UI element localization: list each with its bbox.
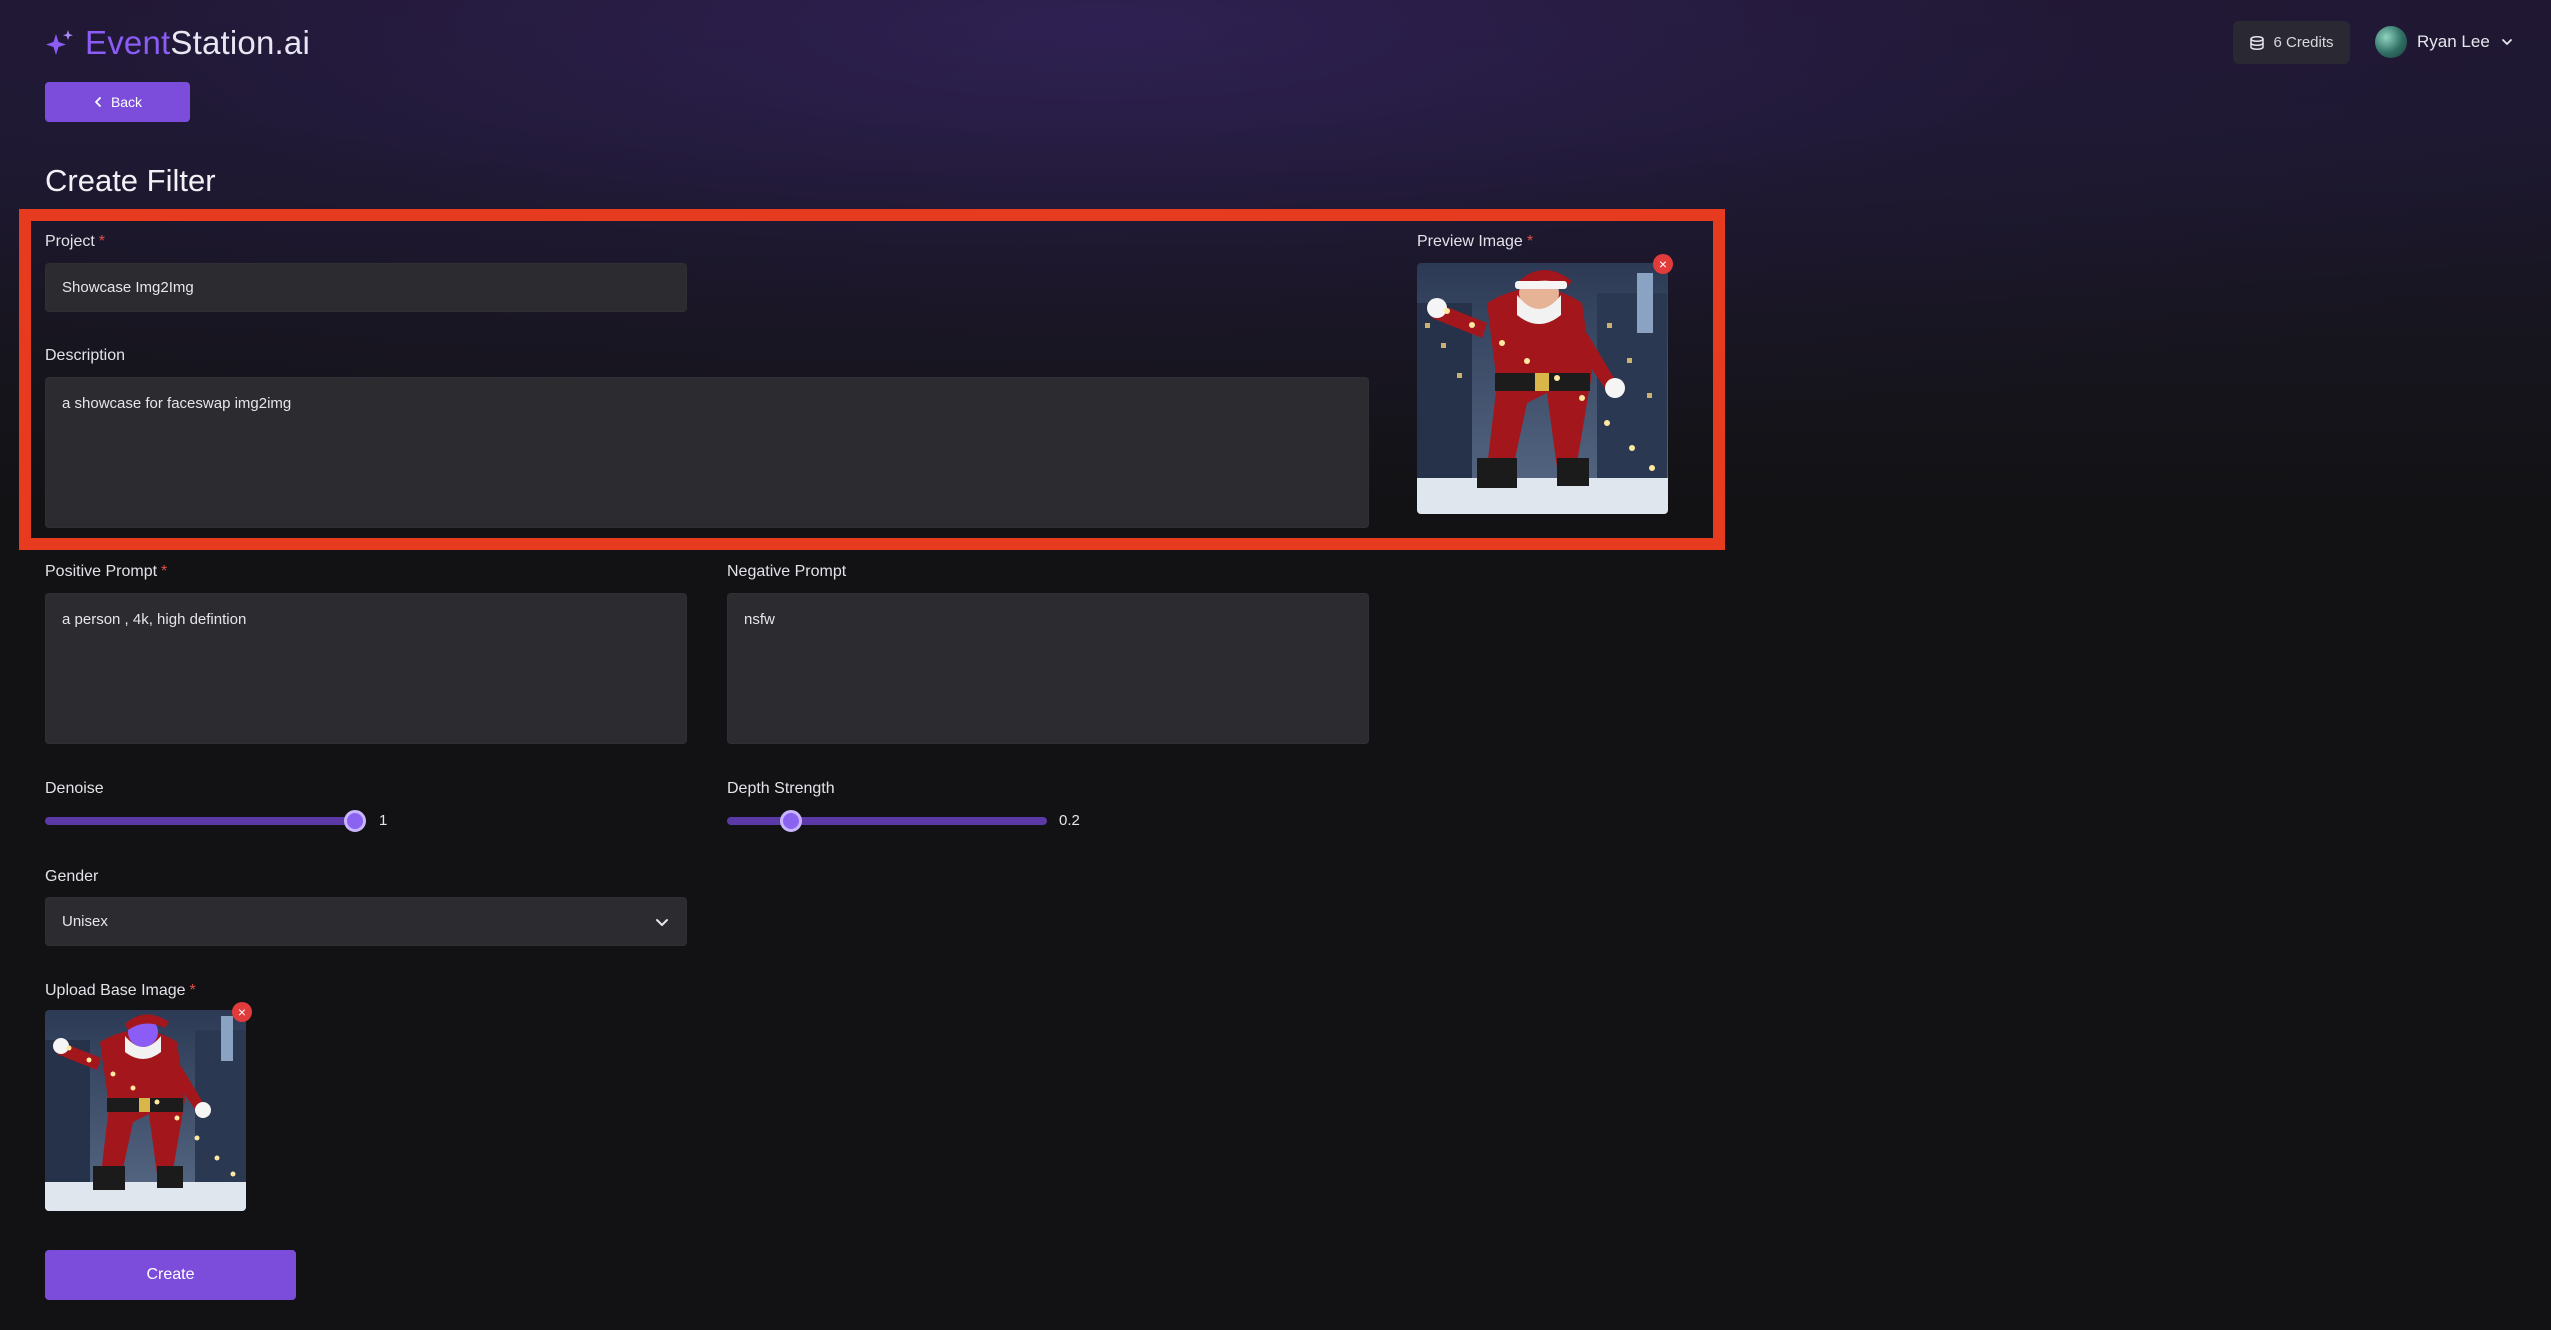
back-button[interactable]: Back (45, 82, 190, 122)
gender-value: Unisex (62, 913, 108, 930)
remove-preview-button[interactable]: × (1653, 254, 1673, 274)
preview-image-graphic (1417, 263, 1668, 514)
page: EventStation.ai 6 Credits Ryan Lee Back … (0, 0, 2551, 1330)
back-label: Back (110, 94, 143, 110)
preview-image-label: Preview Image * (1417, 233, 1533, 251)
user-name: Ryan Lee (2417, 32, 2490, 51)
chevron-down-icon (656, 918, 668, 926)
positive-prompt-label-text: Positive Prompt (45, 563, 158, 580)
required-mark: * (98, 233, 106, 250)
negative-prompt-value: nsfw (744, 611, 775, 628)
description-textarea[interactable]: a showcase for faceswap img2img (45, 377, 1369, 528)
user-menu[interactable]: Ryan Lee (2375, 26, 2514, 58)
brand-accent: Event (85, 24, 171, 61)
create-button[interactable]: Create (45, 1250, 296, 1300)
sparkle-icon (46, 30, 73, 55)
upload-base-image-label: Upload Base Image * (45, 982, 196, 1000)
depth-strength-slider-thumb[interactable] (780, 810, 802, 832)
coins-icon (2250, 35, 2265, 50)
depth-strength-label: Depth Strength (727, 780, 835, 797)
description-value: a showcase for faceswap img2img (62, 395, 292, 412)
gender-select[interactable]: Unisex (45, 897, 687, 946)
credits-label: 6 Credits (2273, 34, 2334, 51)
close-icon: × (1658, 256, 1668, 272)
close-icon: × (237, 1004, 247, 1020)
avatar (2375, 26, 2407, 58)
denoise-label: Denoise (45, 780, 104, 797)
chevron-down-icon (2501, 39, 2512, 45)
required-mark: * (1526, 233, 1534, 250)
project-value: Showcase Img2Img (62, 279, 194, 296)
base-image (45, 1010, 246, 1211)
page-title: Create Filter (45, 163, 216, 198)
credits-button[interactable]: 6 Credits (2233, 21, 2350, 64)
negative-prompt-label: Negative Prompt (727, 563, 847, 580)
depth-strength-value: 0.2 (1059, 812, 1080, 829)
upload-base-image-label-text: Upload Base Image (45, 982, 186, 999)
remove-base-image-button[interactable]: × (232, 1002, 252, 1022)
app-logo[interactable]: EventStation.ai (45, 24, 310, 62)
description-label: Description (45, 347, 126, 364)
positive-prompt-textarea[interactable]: a person , 4k, high defintion (45, 593, 687, 744)
brand-name: Station.ai (170, 24, 310, 61)
base-image-graphic (45, 1010, 246, 1211)
preview-image (1417, 263, 1668, 514)
denoise-slider-track[interactable] (45, 817, 365, 825)
project-label: Project * (45, 233, 105, 251)
positive-prompt-label: Positive Prompt * (45, 563, 167, 581)
project-label-text: Project (45, 233, 95, 250)
required-mark: * (161, 563, 168, 580)
positive-prompt-value: a person , 4k, high defintion (62, 611, 247, 628)
depth-strength-slider-track[interactable] (727, 817, 1047, 825)
denoise-slider-thumb[interactable] (344, 810, 367, 832)
required-mark: * (189, 982, 196, 999)
negative-prompt-textarea[interactable]: nsfw (727, 593, 1369, 744)
gender-label: Gender (45, 868, 99, 885)
chevron-left-icon (95, 97, 101, 107)
denoise-value: 1 (379, 812, 388, 829)
preview-image-label-text: Preview Image (1417, 233, 1523, 250)
project-field[interactable]: Showcase Img2Img (45, 263, 687, 312)
